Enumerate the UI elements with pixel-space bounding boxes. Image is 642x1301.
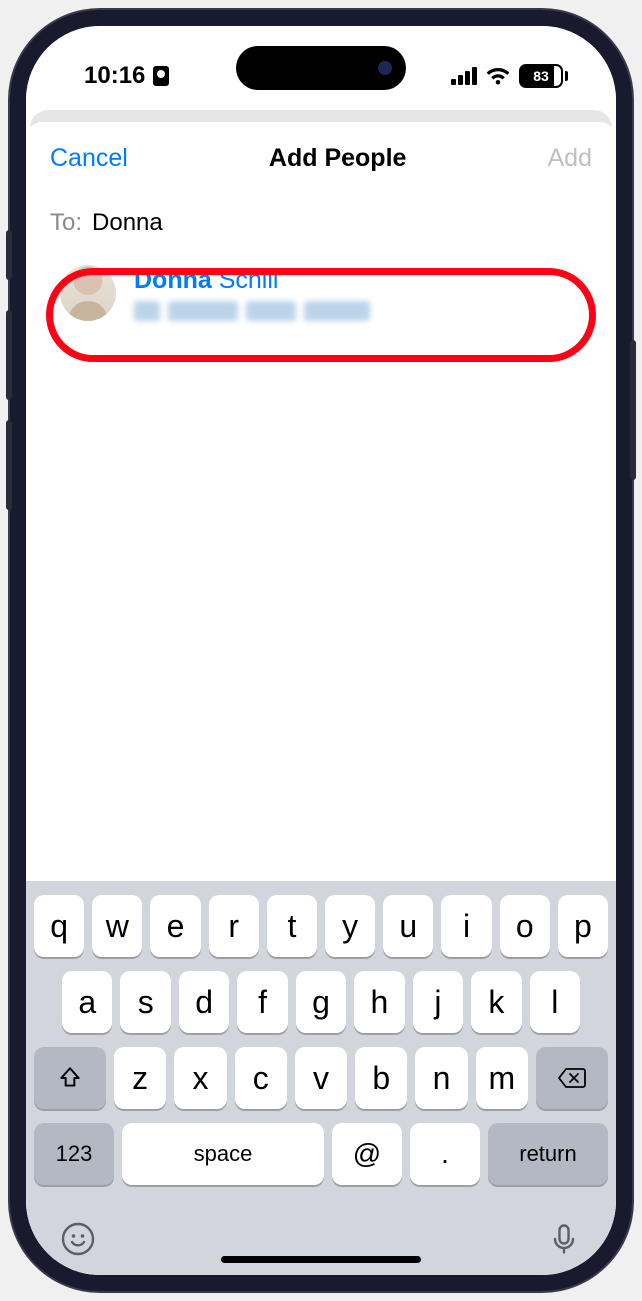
side-button [6,420,12,510]
key-space[interactable]: space [122,1123,324,1185]
to-field-row[interactable]: To: Donna [26,191,616,251]
key-shift[interactable] [34,1047,106,1109]
key-w[interactable]: w [92,895,142,957]
contact-name-match: Donna [134,266,212,294]
keyboard-row-2: a s d f g h j k l [34,971,608,1033]
key-s[interactable]: s [120,971,170,1033]
contact-name-rest: Schill [212,266,279,294]
battery-percentage: 83 [533,68,549,84]
camera-dot [378,61,392,75]
key-dot[interactable]: . [410,1123,480,1185]
side-button [6,310,12,400]
key-c[interactable]: c [235,1047,287,1109]
key-d[interactable]: d [179,971,229,1033]
shift-icon [57,1065,83,1091]
cancel-button[interactable]: Cancel [50,144,128,173]
key-u[interactable]: u [383,895,433,957]
to-label: To: [50,209,82,237]
key-g[interactable]: g [296,971,346,1033]
key-o[interactable]: o [500,895,550,957]
contact-result-text: Donna Schill [134,266,370,321]
key-p[interactable]: p [558,895,608,957]
key-m[interactable]: m [476,1047,528,1109]
side-button [630,340,636,480]
key-f[interactable]: f [237,971,287,1033]
key-n[interactable]: n [415,1047,467,1109]
key-l[interactable]: l [530,971,580,1033]
key-delete[interactable] [536,1047,608,1109]
key-v[interactable]: v [295,1047,347,1109]
cellular-signal-icon [451,67,477,85]
dynamic-island [236,46,406,90]
contact-result-row[interactable]: Donna Schill [26,251,616,335]
key-r[interactable]: r [209,895,259,957]
battery-icon: 83 [519,64,568,88]
key-b[interactable]: b [355,1047,407,1109]
key-i[interactable]: i [441,895,491,957]
sim-icon [153,66,169,86]
emoji-icon[interactable] [60,1221,96,1257]
key-return[interactable]: return [488,1123,608,1185]
avatar [60,265,116,321]
delete-icon [557,1067,587,1089]
key-k[interactable]: k [471,971,521,1033]
contact-name: Donna Schill [134,266,370,295]
key-123[interactable]: 123 [34,1123,114,1185]
key-e[interactable]: e [150,895,200,957]
wifi-icon [485,66,511,86]
key-q[interactable]: q [34,895,84,957]
home-indicator[interactable] [221,1256,421,1263]
key-at[interactable]: @ [332,1123,402,1185]
phone-frame: 10:16 83 Cancel Add People Add [10,10,632,1291]
keyboard-row-3: z x c v b n m [34,1047,608,1109]
keyboard: q w e r t y u i o p a s d f g h [26,881,616,1275]
key-y[interactable]: y [325,895,375,957]
keyboard-row-4: 123 space @ . return [34,1123,608,1185]
key-t[interactable]: t [267,895,317,957]
add-people-sheet: Cancel Add People Add To: Donna Donna Sc… [26,122,616,1275]
side-button [6,230,12,280]
key-h[interactable]: h [354,971,404,1033]
add-button[interactable]: Add [548,144,592,173]
key-z[interactable]: z [114,1047,166,1109]
screen: 10:16 83 Cancel Add People Add [26,26,616,1275]
keyboard-footer [26,1221,616,1257]
to-input-value: Donna [92,209,163,237]
contact-detail-redacted [134,301,370,321]
keyboard-row-1: q w e r t y u i o p [34,895,608,957]
key-j[interactable]: j [413,971,463,1033]
mic-icon[interactable] [546,1221,582,1257]
nav-bar: Cancel Add People Add [26,122,616,191]
nav-title: Add People [269,144,407,173]
key-x[interactable]: x [174,1047,226,1109]
key-a[interactable]: a [62,971,112,1033]
status-time: 10:16 [84,62,145,90]
